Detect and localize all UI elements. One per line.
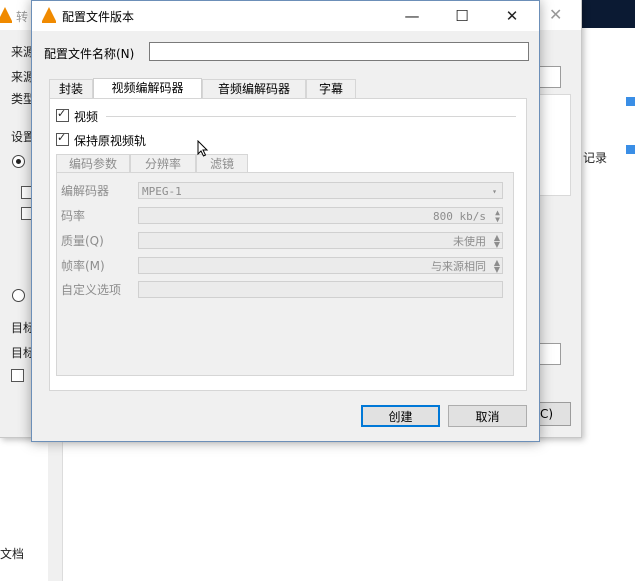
profile-name-label: 配置文件名称(N): [44, 47, 135, 61]
bg-profile-panel: [539, 94, 571, 196]
spinner-arrows-icon[interactable]: ▲ ▼: [495, 209, 500, 224]
maximize-icon[interactable]: ☐: [439, 1, 485, 31]
close-icon[interactable]: ✕: [489, 1, 535, 31]
dialog-titlebar: 配置文件版本 — ☐ ✕: [32, 1, 539, 31]
bg-radio-convert[interactable]: [12, 155, 25, 168]
background-title: 转: [16, 10, 29, 24]
codec-select[interactable]: MPEG-1 ▾: [138, 182, 503, 199]
bg-target-input[interactable]: [539, 343, 561, 365]
spinner-arrows-icon[interactable]: ▲ ▼: [494, 259, 500, 274]
video-checkbox[interactable]: [56, 107, 69, 122]
framerate-label: 帧率(M): [61, 259, 105, 273]
chevron-down-icon: ▾: [492, 187, 497, 196]
tab-audio-codec[interactable]: 音频编解码器: [202, 79, 306, 99]
subtab-encoding-params[interactable]: 编码参数: [56, 154, 130, 173]
desktop-dark-area: [582, 0, 635, 28]
spinner-arrows-icon[interactable]: ▲ ▼: [494, 234, 500, 249]
background-close-icon[interactable]: ✕: [549, 5, 562, 24]
vlc-cone-icon: [42, 7, 56, 23]
keep-original-checkbox[interactable]: [56, 131, 69, 146]
cancel-button[interactable]: 取消: [448, 405, 527, 427]
video-codec-panel: 视频 保持原视频轨 编码参数 分辨率 滤镜 编解码器 MPEG-1 ▾ 码率 8…: [49, 98, 527, 391]
bg-radio-dump[interactable]: [12, 289, 25, 302]
subtab-resolution[interactable]: 分辨率: [130, 154, 196, 173]
bg-cancel-button[interactable]: C): [539, 402, 571, 426]
bg-source-input[interactable]: [539, 66, 561, 88]
dialog-title: 配置文件版本: [62, 10, 135, 24]
minimize-icon[interactable]: —: [389, 1, 435, 31]
bitrate-label: 码率: [61, 209, 86, 223]
quality-spinbox[interactable]: 未使用 ▲ ▼: [138, 232, 503, 249]
bg-cancel-button-label: C): [540, 407, 554, 421]
bitrate-value: 800 kb/s: [433, 210, 486, 223]
vlc-cone-icon: [0, 7, 12, 23]
mouse-cursor-icon: [197, 140, 209, 157]
tab-video-codec[interactable]: 视频编解码器: [93, 78, 202, 100]
custom-options-label: 自定义选项: [61, 283, 122, 297]
video-checkbox-label: 视频: [74, 110, 99, 124]
framerate-value: 与来源相同: [431, 260, 486, 273]
group-divider: [106, 116, 516, 117]
custom-options-input[interactable]: [138, 281, 503, 298]
tab-encapsulation[interactable]: 封装: [49, 79, 93, 99]
bg-checkbox-3[interactable]: [11, 369, 24, 382]
profile-name-input[interactable]: [149, 42, 529, 61]
background-scroll-strip: [48, 437, 63, 581]
tab-subtitles[interactable]: 字幕: [306, 79, 356, 99]
right-edge-icon-2: [626, 145, 635, 154]
quality-label: 质量(Q): [61, 234, 104, 248]
framerate-spinbox[interactable]: 与来源相同 ▲ ▼: [138, 257, 503, 274]
create-button[interactable]: 创建: [361, 405, 440, 427]
right-edge-icon: [626, 97, 635, 106]
codec-value: MPEG-1: [142, 185, 182, 198]
encoding-params-panel: 编解码器 MPEG-1 ▾ 码率 800 kb/s ▲ ▼ 质量(Q) 未使用 ▲…: [56, 172, 514, 376]
quality-value: 未使用: [453, 235, 486, 248]
bitrate-spinbox[interactable]: 800 kb/s ▲ ▼: [138, 207, 503, 224]
bg-bottom-text: 文档: [0, 547, 25, 561]
profile-edition-dialog: 配置文件版本 — ☐ ✕ 配置文件名称(N) 封装 视频编解码器 音频编解码器 …: [31, 0, 540, 442]
codec-label: 编解码器: [61, 184, 110, 198]
keep-original-label: 保持原视频轨: [74, 134, 147, 148]
bg-record-text: 记录: [583, 151, 608, 165]
